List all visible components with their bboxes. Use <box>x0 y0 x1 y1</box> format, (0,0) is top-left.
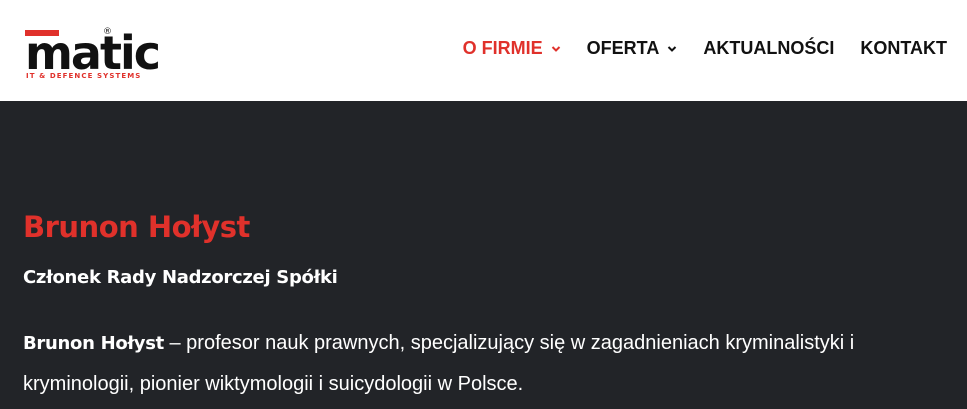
matic-logo[interactable]: matic ® IT & DEFENCE SYSTEMS <box>25 25 167 81</box>
nav-item-label: OFERTA <box>586 38 660 58</box>
nav-item-kontakt[interactable]: KONTAKT <box>860 38 947 59</box>
nav-item-oferta[interactable]: OFERTA <box>587 38 678 59</box>
registered-mark: ® <box>103 27 112 37</box>
logo-tagline: IT & DEFENCE SYSTEMS <box>26 72 141 80</box>
chevron-down-icon <box>551 44 561 54</box>
bio-name: Brunon Hołyst <box>23 333 164 354</box>
site-header: matic ® IT & DEFENCE SYSTEMS O FIRMIE OF… <box>0 0 967 101</box>
profile-name: Brunon Hołyst <box>23 210 250 244</box>
profile-section: Brunon Hołyst Członek Rady Nadzorczej Sp… <box>0 101 967 409</box>
chevron-down-icon <box>667 44 677 54</box>
nav-item-label: AKTUALNOŚCI <box>703 38 835 58</box>
nav-item-aktualnosci[interactable]: AKTUALNOŚCI <box>703 38 834 59</box>
profile-bio: Brunon Hołyst – profesor nauk prawnych, … <box>23 323 953 404</box>
profile-role: Członek Rady Nadzorczej Spółki <box>23 267 338 288</box>
nav-item-label: KONTAKT <box>860 38 947 58</box>
nav-item-o-firmie[interactable]: O FIRMIE <box>463 38 561 59</box>
main-nav: O FIRMIE OFERTA AKTUALNOŚCI KONTAKT <box>437 38 947 59</box>
nav-item-label: O FIRMIE <box>462 38 543 58</box>
